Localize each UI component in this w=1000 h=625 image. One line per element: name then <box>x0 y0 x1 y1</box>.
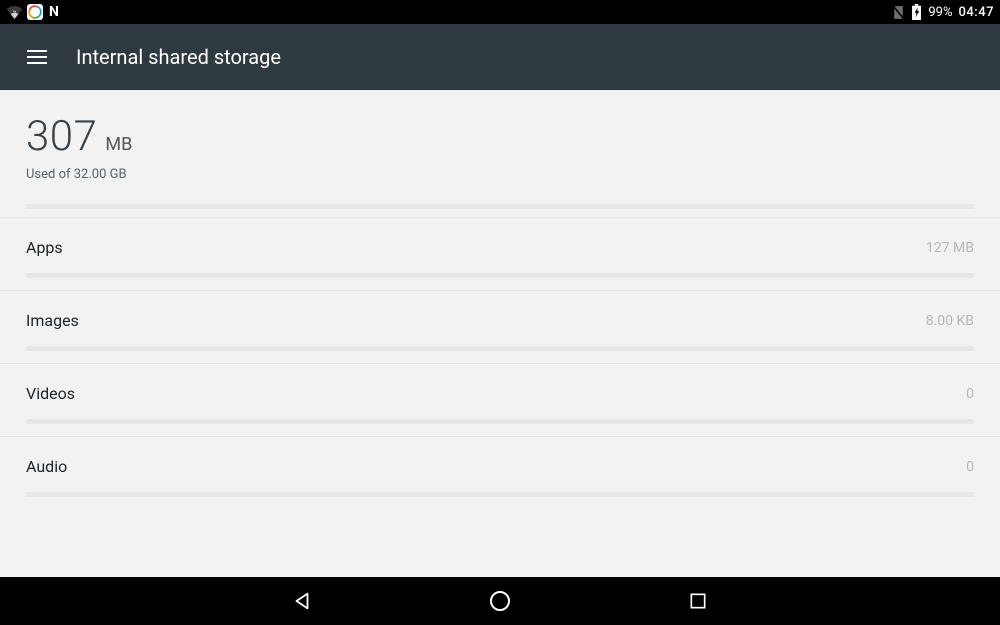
category-label: Images <box>26 311 79 330</box>
category-row-audio[interactable]: Audio 0 <box>0 436 1000 509</box>
category-bar <box>26 346 974 351</box>
no-sim-icon <box>892 5 905 20</box>
category-row-videos[interactable]: Videos 0 <box>0 363 1000 436</box>
category-value: 8.00 KB <box>926 313 974 329</box>
category-label: Videos <box>26 384 75 403</box>
category-value: 0 <box>966 386 974 402</box>
clock: 04:47 <box>959 5 994 20</box>
app-notification-icon <box>27 4 43 20</box>
storage-summary: 307 MB Used of 32.00 GB <box>0 90 1000 217</box>
category-bar <box>26 419 974 424</box>
category-bar <box>26 273 974 278</box>
status-bar: ? N <box>0 0 1000 24</box>
android-n-icon: N <box>49 4 58 20</box>
recents-icon <box>688 591 708 611</box>
category-label: Audio <box>26 457 67 476</box>
wifi-no-internet-icon: ? <box>6 5 23 19</box>
menu-button[interactable] <box>18 38 56 76</box>
hamburger-icon <box>27 49 47 65</box>
back-icon <box>291 590 313 612</box>
svg-text:?: ? <box>12 10 16 17</box>
category-label: Apps <box>26 238 63 257</box>
status-right: 99% 04:47 <box>892 4 994 20</box>
category-bar <box>26 492 974 497</box>
status-left: ? N <box>6 4 58 20</box>
content-scroll[interactable]: 307 MB Used of 32.00 GB Apps 127 MB Imag… <box>0 90 1000 577</box>
app-bar: Internal shared storage <box>0 24 1000 90</box>
category-value: 0 <box>966 459 974 475</box>
category-row-apps[interactable]: Apps 127 MB <box>0 217 1000 290</box>
home-icon <box>488 589 512 613</box>
storage-used-value: 307 <box>26 112 97 161</box>
recents-button[interactable] <box>674 577 722 625</box>
storage-used: 307 MB <box>26 112 974 161</box>
storage-total: Used of 32.00 GB <box>26 167 974 182</box>
page-title: Internal shared storage <box>76 45 281 69</box>
home-button[interactable] <box>476 577 524 625</box>
storage-total-bar <box>26 204 974 209</box>
battery-percentage: 99% <box>928 5 952 20</box>
category-row-images[interactable]: Images 8.00 KB <box>0 290 1000 363</box>
device-screen: ? N <box>0 0 1000 625</box>
navigation-bar <box>0 577 1000 625</box>
back-button[interactable] <box>278 577 326 625</box>
battery-charging-icon <box>911 4 922 20</box>
category-value: 127 MB <box>926 240 974 256</box>
storage-used-unit: MB <box>105 134 132 155</box>
